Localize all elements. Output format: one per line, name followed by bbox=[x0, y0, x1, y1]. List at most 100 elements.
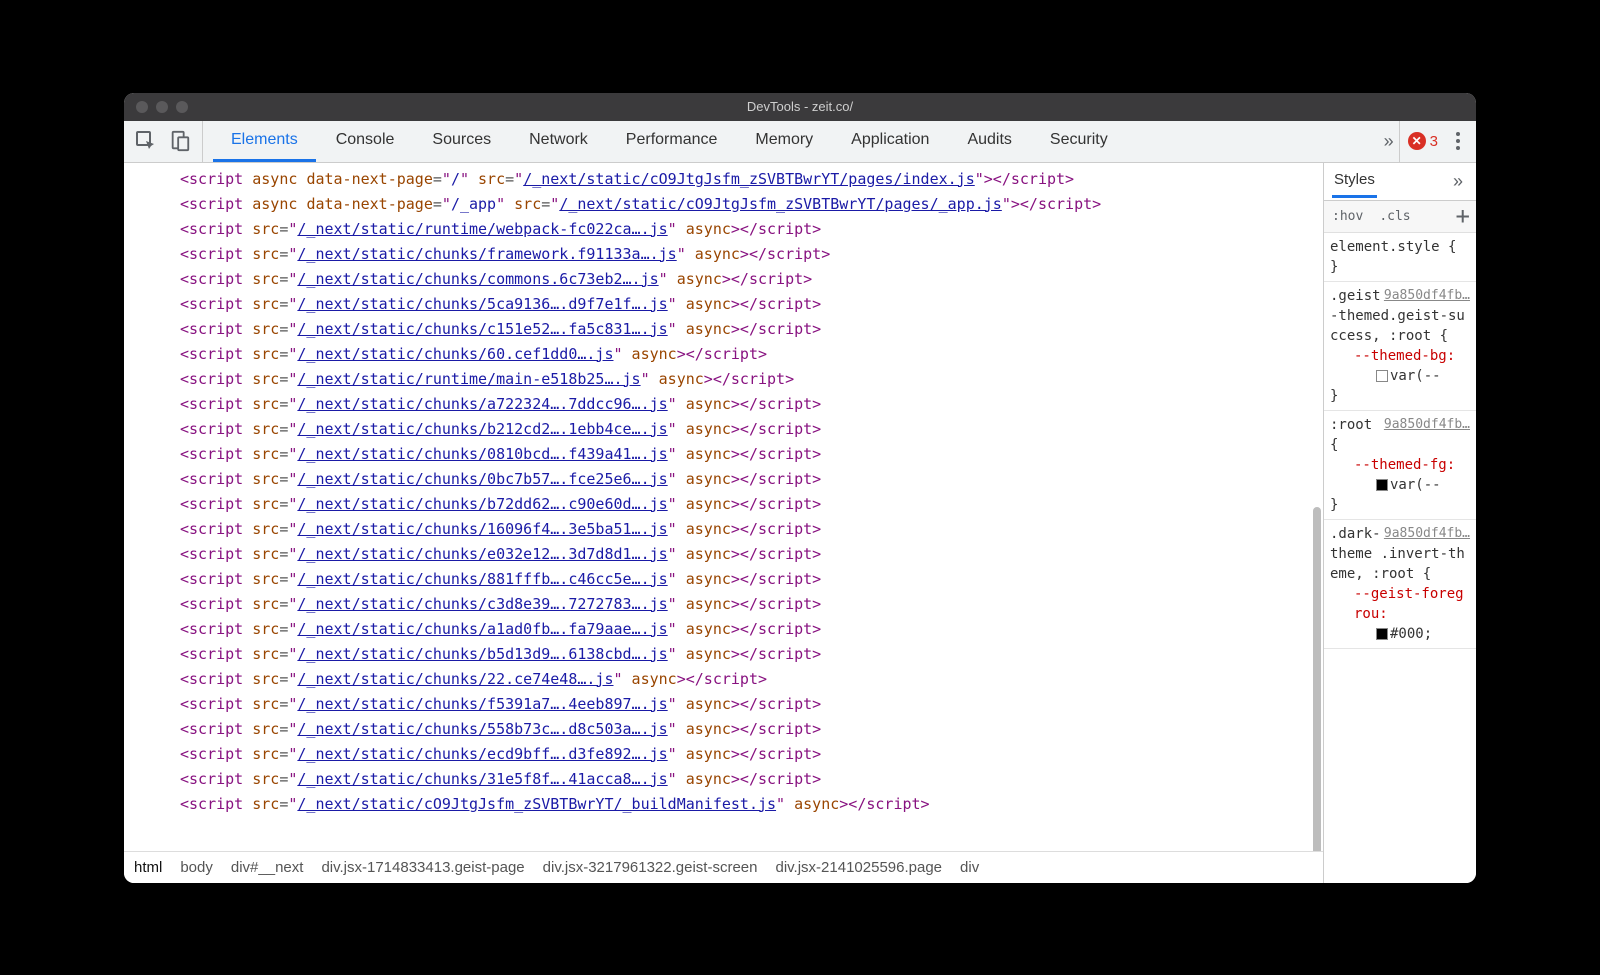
script-src-link[interactable]: /_next/static/chunks/b72dd62….c90e60d….j… bbox=[297, 495, 667, 513]
dom-node-script[interactable]: <script src="/_next/static/chunks/0bc7b5… bbox=[180, 467, 1323, 492]
dom-node-script[interactable]: <script src="/_next/static/chunks/common… bbox=[180, 267, 1323, 292]
styles-tab[interactable]: Styles bbox=[1332, 164, 1377, 198]
script-src-link[interactable]: /_next/static/chunks/0bc7b57….fce25e6….j… bbox=[297, 470, 667, 488]
window-title: DevTools - zeit.co/ bbox=[124, 99, 1476, 114]
dom-node-script[interactable]: <script src="/_next/static/chunks/b212cd… bbox=[180, 417, 1323, 442]
breadcrumb-item[interactable]: div.jsx-3217961322.geist-screen bbox=[543, 859, 758, 876]
dom-node-script[interactable]: <script src="/_next/static/runtime/main-… bbox=[180, 367, 1323, 392]
script-src-link[interactable]: /_next/static/chunks/a1ad0fb….fa79aae….j… bbox=[297, 620, 667, 638]
script-src-link[interactable]: /_next/static/cO9JtgJsfm_zSVBTBwrYT/page… bbox=[559, 195, 1002, 213]
script-src-link[interactable]: /_next/static/cO9JtgJsfm_zSVBTBwrYT/_bui… bbox=[297, 795, 776, 813]
dom-node-script[interactable]: <script async data-next-page="/" src="/_… bbox=[180, 167, 1323, 192]
script-src-link[interactable]: /_next/static/runtime/webpack-fc022ca….j… bbox=[297, 220, 667, 238]
script-src-link[interactable]: /_next/static/chunks/558b73c….d8c503a….j… bbox=[297, 720, 667, 738]
color-swatch[interactable] bbox=[1376, 370, 1388, 382]
tab-memory[interactable]: Memory bbox=[737, 121, 831, 162]
script-src-link[interactable]: /_next/static/runtime/main-e518b25….js bbox=[297, 370, 640, 388]
dom-node-script[interactable]: <script src="/_next/static/chunks/31e5f8… bbox=[180, 767, 1323, 792]
hover-toggle[interactable]: :hov bbox=[1324, 201, 1371, 232]
script-src-link[interactable]: /_next/static/chunks/22.ce74e48….js bbox=[297, 670, 613, 688]
tab-sources[interactable]: Sources bbox=[414, 121, 509, 162]
css-rule[interactable]: element.style {} bbox=[1324, 233, 1476, 282]
cls-toggle[interactable]: .cls bbox=[1371, 201, 1418, 232]
error-icon: ✕ bbox=[1408, 132, 1426, 150]
dom-node-script[interactable]: <script src="/_next/static/chunks/b72dd6… bbox=[180, 492, 1323, 517]
script-src-link[interactable]: /_next/static/chunks/31e5f8f….41acca8….j… bbox=[297, 770, 667, 788]
dom-node-script[interactable]: <script src="/_next/static/chunks/ecd9bf… bbox=[180, 742, 1323, 767]
color-swatch[interactable] bbox=[1376, 479, 1388, 491]
more-sidebar-tabs-icon[interactable]: » bbox=[1448, 171, 1468, 192]
script-src-link[interactable]: /_next/static/chunks/ecd9bff….d3fe892….j… bbox=[297, 745, 667, 763]
error-count-badge[interactable]: ✕ 3 bbox=[1408, 132, 1438, 150]
tab-audits[interactable]: Audits bbox=[949, 121, 1029, 162]
tab-console[interactable]: Console bbox=[318, 121, 413, 162]
script-src-link[interactable]: /_next/static/chunks/c151e52….fa5c831….j… bbox=[297, 320, 667, 338]
zoom-window-button[interactable] bbox=[176, 101, 188, 113]
script-src-link[interactable]: /_next/static/chunks/b212cd2….1ebb4ce….j… bbox=[297, 420, 667, 438]
script-src-link[interactable]: /_next/static/chunks/c3d8e39….7272783….j… bbox=[297, 595, 667, 613]
dom-node-script[interactable]: <script src="/_next/static/chunks/881fff… bbox=[180, 567, 1323, 592]
script-src-link[interactable]: /_next/static/chunks/60.cef1dd0….js bbox=[297, 345, 613, 363]
dom-node-script[interactable]: <script src="/_next/static/chunks/60.cef… bbox=[180, 342, 1323, 367]
dom-node-script[interactable]: <script src="/_next/static/chunks/c3d8e3… bbox=[180, 592, 1323, 617]
more-tabs-icon[interactable]: » bbox=[1379, 121, 1399, 162]
breadcrumb-item[interactable]: div#__next bbox=[231, 859, 304, 876]
rule-source-link[interactable]: 9a850df4fb… bbox=[1384, 415, 1470, 435]
tab-network[interactable]: Network bbox=[511, 121, 606, 162]
sidebar-tabs: Styles » bbox=[1324, 163, 1476, 201]
css-rule[interactable]: 9a850df4fb….geist-themed.geist-success, … bbox=[1324, 282, 1476, 411]
breadcrumb-item[interactable]: body bbox=[180, 859, 213, 876]
dom-node-script[interactable]: <script src="/_next/static/chunks/f5391a… bbox=[180, 692, 1323, 717]
dom-node-script[interactable]: <script src="/_next/static/chunks/0810bc… bbox=[180, 442, 1323, 467]
css-rule[interactable]: 9a850df4fb….dark-theme .invert-theme, :r… bbox=[1324, 520, 1476, 649]
script-src-link[interactable]: /_next/static/chunks/0810bcd….f439a41….j… bbox=[297, 445, 667, 463]
script-src-link[interactable]: /_next/static/chunks/5ca9136….d9f7e1f….j… bbox=[297, 295, 667, 313]
script-src-link[interactable]: /_next/static/chunks/e032e12….3d7d8d1….j… bbox=[297, 545, 667, 563]
settings-menu-icon[interactable] bbox=[1448, 127, 1468, 155]
dom-node-script[interactable]: <script src="/_next/static/cO9JtgJsfm_zS… bbox=[180, 792, 1323, 817]
script-src-link[interactable]: /_next/static/chunks/framework.f91133a….… bbox=[297, 245, 676, 263]
dom-node-script[interactable]: <script src="/_next/static/chunks/a72232… bbox=[180, 392, 1323, 417]
dom-tree[interactable]: <script async data-next-page="/" src="/_… bbox=[124, 163, 1323, 851]
tab-performance[interactable]: Performance bbox=[608, 121, 736, 162]
script-src-link[interactable]: /_next/static/cO9JtgJsfm_zSVBTBwrYT/page… bbox=[523, 170, 975, 188]
tab-elements[interactable]: Elements bbox=[213, 121, 316, 162]
script-src-link[interactable]: /_next/static/chunks/f5391a7….4eeb897….j… bbox=[297, 695, 667, 713]
close-window-button[interactable] bbox=[136, 101, 148, 113]
dom-node-script[interactable]: <script src="/_next/static/runtime/webpa… bbox=[180, 217, 1323, 242]
styles-sidebar: Styles » :hov .cls + element.style {}9a8… bbox=[1324, 163, 1476, 883]
script-src-link[interactable]: /_next/static/chunks/b5d13d9….6138cbd….j… bbox=[297, 645, 667, 663]
inspect-element-icon[interactable] bbox=[132, 127, 160, 155]
script-src-link[interactable]: /_next/static/chunks/commons.6c73eb2….js bbox=[297, 270, 658, 288]
vertical-scrollbar[interactable] bbox=[1313, 507, 1321, 851]
tab-security[interactable]: Security bbox=[1032, 121, 1126, 162]
dom-node-script[interactable]: <script src="/_next/static/chunks/c151e5… bbox=[180, 317, 1323, 342]
script-src-link[interactable]: /_next/static/chunks/a722324….7ddcc96….j… bbox=[297, 395, 667, 413]
dom-node-script[interactable]: <script src="/_next/static/chunks/5ca913… bbox=[180, 292, 1323, 317]
breadcrumb-item[interactable]: html bbox=[134, 859, 162, 876]
script-src-link[interactable]: /_next/static/chunks/16096f4….3e5ba51….j… bbox=[297, 520, 667, 538]
rule-source-link[interactable]: 9a850df4fb… bbox=[1384, 286, 1470, 306]
new-style-rule-button[interactable]: + bbox=[1450, 204, 1476, 228]
dom-node-script[interactable]: <script src="/_next/static/chunks/framew… bbox=[180, 242, 1323, 267]
dom-node-script[interactable]: <script src="/_next/static/chunks/16096f… bbox=[180, 517, 1323, 542]
breadcrumb-trail: html body div#__next div.jsx-1714833413.gei… bbox=[124, 851, 1323, 883]
color-swatch[interactable] bbox=[1376, 628, 1388, 640]
dom-node-script[interactable]: <script src="/_next/static/chunks/e032e1… bbox=[180, 542, 1323, 567]
tab-application[interactable]: Application bbox=[833, 121, 947, 162]
styles-rules[interactable]: element.style {}9a850df4fb….geist-themed… bbox=[1324, 233, 1476, 883]
dom-node-script[interactable]: <script async data-next-page="/_app" src… bbox=[180, 192, 1323, 217]
devtools-window: DevTools - zeit.co/ ElementsConsoleSourc… bbox=[124, 93, 1476, 883]
breadcrumb-item[interactable]: div.jsx-1714833413.geist-page bbox=[321, 859, 524, 876]
dom-node-script[interactable]: <script src="/_next/static/chunks/a1ad0f… bbox=[180, 617, 1323, 642]
dom-node-script[interactable]: <script src="/_next/static/chunks/b5d13d… bbox=[180, 642, 1323, 667]
rule-source-link[interactable]: 9a850df4fb… bbox=[1384, 524, 1470, 544]
script-src-link[interactable]: /_next/static/chunks/881fffb….c46cc5e….j… bbox=[297, 570, 667, 588]
css-rule[interactable]: 9a850df4fb…:root {--themed-fg:var(--} bbox=[1324, 411, 1476, 520]
minimize-window-button[interactable] bbox=[156, 101, 168, 113]
breadcrumb-item[interactable]: div.jsx-2141025596.page bbox=[776, 859, 943, 876]
dom-node-script[interactable]: <script src="/_next/static/chunks/558b73… bbox=[180, 717, 1323, 742]
dom-node-script[interactable]: <script src="/_next/static/chunks/22.ce7… bbox=[180, 667, 1323, 692]
toggle-device-icon[interactable] bbox=[166, 127, 194, 155]
breadcrumb-item[interactable]: div bbox=[960, 859, 979, 876]
